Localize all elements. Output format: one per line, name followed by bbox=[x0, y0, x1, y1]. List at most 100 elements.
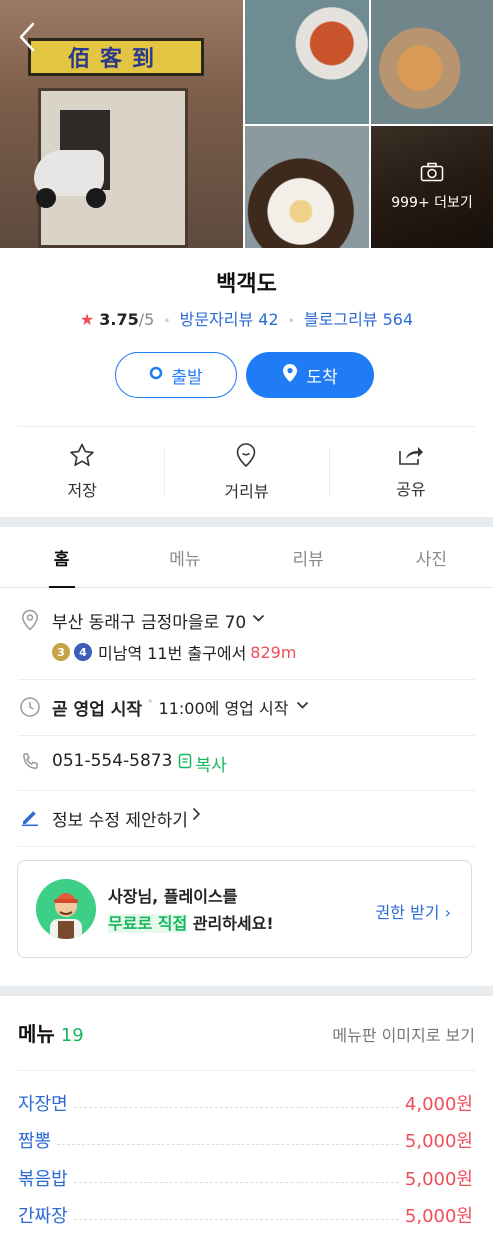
clock-icon bbox=[18, 695, 42, 718]
owner-card-line2: 무료로 직접 관리하세요! bbox=[108, 910, 274, 937]
street-view-button[interactable]: 거리뷰 bbox=[164, 428, 328, 516]
pencil-icon bbox=[18, 806, 42, 827]
separator-dot: • bbox=[147, 695, 154, 708]
copy-label: 복사 bbox=[195, 756, 227, 776]
transit-line: 3 4 미남역 11번 출구에서 829m bbox=[52, 640, 296, 664]
location-pin-icon bbox=[282, 363, 298, 388]
distance-text: 829m bbox=[250, 642, 297, 662]
camera-icon bbox=[420, 162, 444, 186]
photo-gallery[interactable]: 佰客到 999+ 더보기 bbox=[0, 0, 493, 248]
hours-row[interactable]: 곧 영업 시작 • 11:00에 영업 시작 bbox=[18, 695, 475, 720]
save-label: 저장 bbox=[67, 481, 97, 500]
rating-score: 3.75 bbox=[99, 310, 139, 329]
rating-row: ★ 3.75/5 • 방문자리뷰 42 • 블로그리뷰 564 bbox=[0, 306, 493, 330]
scooter-wheel bbox=[86, 188, 106, 208]
address-row[interactable]: 부산 동래구 금정마을로 70 bbox=[18, 608, 475, 633]
menu-item-name: 간짜장 bbox=[18, 1206, 68, 1227]
menu-title-group: 메뉴 19 bbox=[18, 1018, 84, 1047]
owner-avatar bbox=[36, 879, 96, 939]
menu-item[interactable]: 간짜장 5,000원 bbox=[18, 1202, 473, 1228]
menu-item[interactable]: 짬뽕 5,000원 bbox=[18, 1127, 473, 1153]
rating-max: /5 bbox=[138, 310, 155, 329]
menu-item[interactable]: 자장면 4,000원 bbox=[18, 1090, 473, 1116]
dotted-leader bbox=[73, 1106, 399, 1108]
visitor-reviews-link[interactable]: 방문자리뷰 42 bbox=[180, 310, 279, 329]
owner-card-text: 사장님, 플레이스를 무료로 직접 관리하세요! bbox=[108, 883, 274, 937]
blog-reviews-link[interactable]: 블로그리뷰 564 bbox=[304, 310, 413, 329]
menu-item-name: 짬뽕 bbox=[18, 1131, 52, 1152]
separator-dot: • bbox=[163, 314, 171, 328]
hours-status: 곧 영업 시작 bbox=[52, 700, 143, 720]
owner-card-line1: 사장님, 플레이스를 bbox=[108, 887, 238, 906]
claim-permission-link[interactable]: 권한 받기 › bbox=[376, 899, 451, 923]
menu-image-link[interactable]: 메뉴판 이미지로 보기 bbox=[332, 1022, 475, 1046]
food-photo-noodles[interactable] bbox=[245, 126, 369, 248]
menu-item-price: 4,000원 bbox=[404, 1094, 473, 1115]
divider bbox=[18, 426, 475, 427]
tab-menu[interactable]: 메뉴 bbox=[123, 527, 246, 587]
hours-detail: 11:00에 영업 시작 bbox=[158, 699, 289, 718]
copy-button[interactable]: 복사 bbox=[178, 751, 227, 776]
depart-label: 출발 bbox=[171, 367, 203, 388]
menu-item-price: 5,000원 bbox=[404, 1206, 473, 1227]
chevron-down-icon bbox=[296, 695, 309, 715]
menu-item-name: 자장면 bbox=[18, 1094, 68, 1115]
menu-title: 메뉴 bbox=[18, 1022, 55, 1046]
menu-item[interactable]: 볶음밥 5,000원 bbox=[18, 1165, 473, 1191]
address-text: 부산 동래구 금정마을로 70 bbox=[52, 613, 247, 633]
suggest-edit-link[interactable]: 정보 수정 제안하기 bbox=[18, 806, 475, 831]
chevron-down-icon bbox=[252, 608, 265, 628]
save-button[interactable]: 저장 bbox=[0, 428, 164, 516]
phone-icon bbox=[18, 751, 42, 772]
tab-bar: 홈 메뉴 리뷰 사진 bbox=[0, 527, 493, 588]
food-photo-fried[interactable] bbox=[371, 0, 493, 124]
phone-row: 051-554-5873 복사 bbox=[18, 751, 475, 776]
tab-photo[interactable]: 사진 bbox=[370, 527, 493, 587]
section-gap bbox=[0, 986, 493, 996]
divider bbox=[18, 790, 475, 791]
food-photo-soup[interactable] bbox=[245, 0, 369, 124]
more-photos-label: 999+ 더보기 bbox=[391, 195, 473, 211]
tab-review[interactable]: 리뷰 bbox=[247, 527, 370, 587]
back-button[interactable] bbox=[12, 22, 42, 56]
location-pin-icon bbox=[235, 442, 257, 472]
divider bbox=[18, 679, 475, 680]
street-view-label: 거리뷰 bbox=[224, 482, 269, 501]
subway-line-4-badge: 4 bbox=[74, 643, 92, 661]
scooter-wheel bbox=[36, 188, 56, 208]
share-icon bbox=[398, 444, 424, 470]
tab-home[interactable]: 홈 bbox=[0, 527, 123, 588]
dotted-leader bbox=[73, 1218, 399, 1220]
menu-item-price: 5,000원 bbox=[404, 1131, 473, 1152]
star-icon bbox=[69, 443, 95, 471]
suggest-edit-text: 정보 수정 제안하기 bbox=[52, 811, 188, 831]
place-name: 백객도 bbox=[216, 272, 277, 297]
divider bbox=[18, 735, 475, 736]
action-bar: 저장 거리뷰 공유 bbox=[0, 428, 493, 516]
origin-dot-icon bbox=[149, 365, 163, 385]
map-pin-outline-icon bbox=[18, 608, 42, 631]
chevron-right-icon bbox=[192, 806, 201, 826]
owner-card-line2-rest: 관리하세요! bbox=[187, 914, 274, 933]
dotted-leader bbox=[73, 1181, 399, 1183]
star-filled-icon: ★ bbox=[79, 310, 95, 329]
owner-claim-card[interactable]: 사장님, 플레이스를 무료로 직접 관리하세요! 권한 받기 › bbox=[17, 860, 472, 958]
menu-item-name: 볶음밥 bbox=[18, 1169, 68, 1190]
section-gap bbox=[0, 517, 493, 527]
chevron-left-icon bbox=[18, 22, 36, 56]
copy-icon bbox=[178, 753, 192, 774]
share-label: 공유 bbox=[396, 480, 426, 499]
separator-dot: • bbox=[287, 314, 295, 328]
arrive-button[interactable]: 도착 bbox=[246, 352, 374, 398]
depart-button[interactable]: 출발 bbox=[115, 352, 237, 398]
divider bbox=[18, 1070, 475, 1071]
dotted-leader bbox=[57, 1143, 399, 1145]
menu-count: 19 bbox=[60, 1025, 84, 1046]
more-photos-button[interactable]: 999+ 더보기 bbox=[371, 126, 493, 248]
station-text: 미남역 11번 출구에서 bbox=[98, 644, 247, 663]
share-button[interactable]: 공유 bbox=[328, 428, 493, 516]
storefront-sign: 佰客到 bbox=[28, 38, 204, 76]
arrive-label: 도착 bbox=[306, 367, 338, 388]
phone-number[interactable]: 051-554-5873 bbox=[52, 751, 172, 771]
divider bbox=[18, 846, 475, 847]
